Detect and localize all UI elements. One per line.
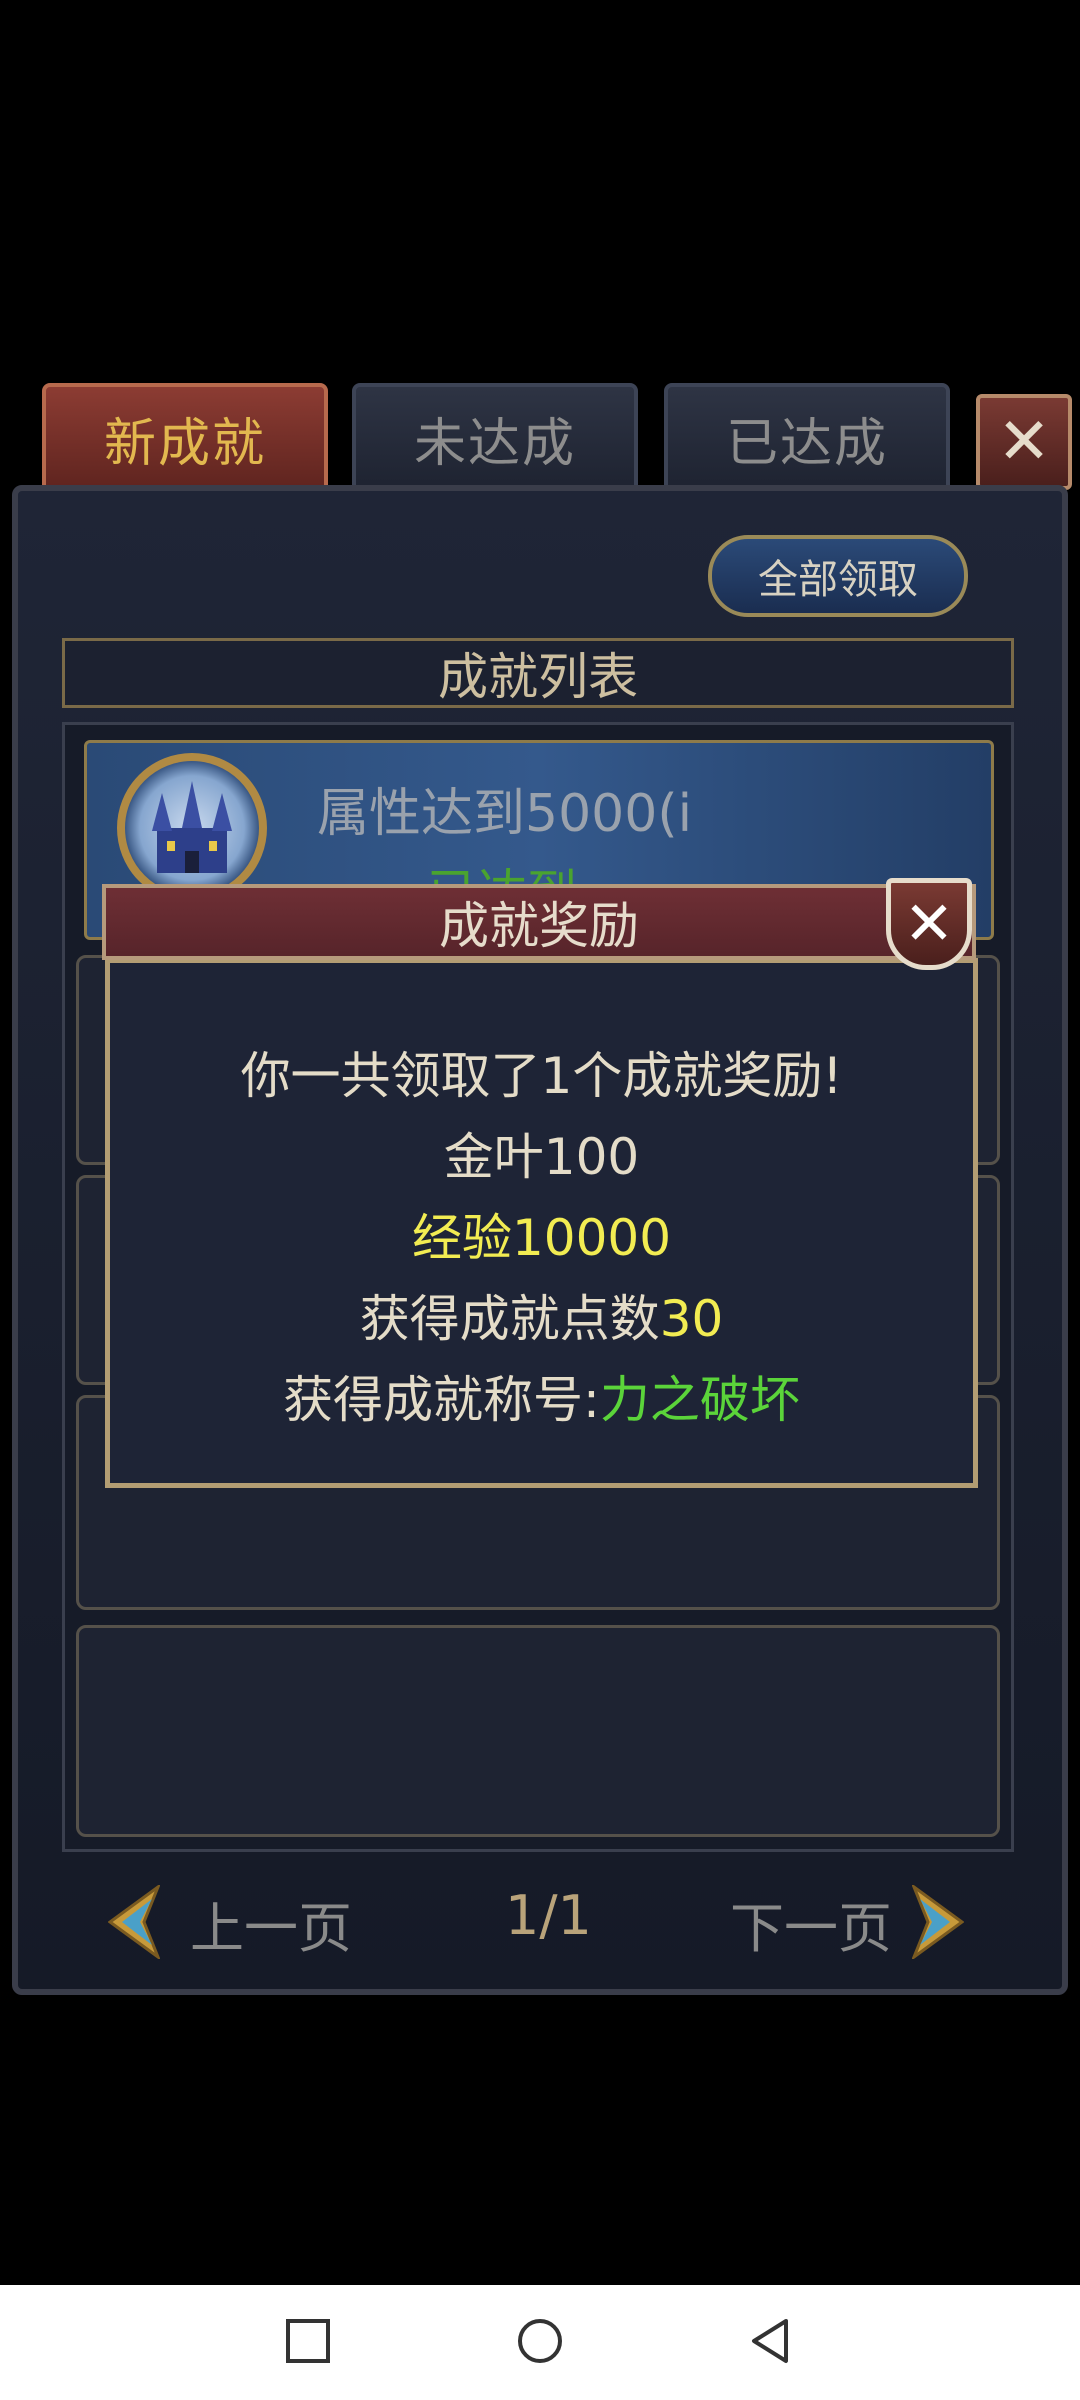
page-indicator: 1/1 (505, 1884, 592, 1947)
next-page-icon[interactable] (912, 1885, 964, 1959)
achievement-name: 属性达到5000(i (317, 784, 693, 844)
reward-points: 获得成就点数30 (105, 1279, 978, 1351)
reward-title: 获得成就称号:力之破坏 (105, 1360, 978, 1432)
tab-new-achievements[interactable]: 新成就 (42, 383, 328, 493)
tab-unreached[interactable]: 未达成 (352, 383, 638, 493)
reward-points-value: 30 (659, 1290, 724, 1348)
tab-reached[interactable]: 已达成 (664, 383, 950, 493)
castle-icon (152, 781, 232, 873)
reward-dialog-title: 成就奖励 (102, 884, 976, 960)
reward-dialog-close-button[interactable]: ✕ (886, 878, 972, 970)
close-icon: ✕ (997, 405, 1051, 479)
next-page-button[interactable]: 下一页 (730, 1884, 892, 1963)
close-icon: ✕ (903, 889, 955, 959)
prev-page-button[interactable]: 上一页 (190, 1884, 352, 1963)
reward-gold: 金叶100 (443, 1128, 640, 1186)
back-icon[interactable] (746, 2317, 794, 2365)
reward-summary: 你一共领取了1个成就奖励! (240, 1047, 843, 1105)
recent-apps-icon[interactable] (284, 2317, 332, 2365)
castle-badge-icon (117, 753, 267, 903)
list-header: 成就列表 (62, 638, 1014, 708)
reward-exp: 经验10000 (411, 1209, 672, 1267)
reward-points-label: 获得成就点数 (359, 1290, 660, 1348)
home-icon[interactable] (516, 2317, 564, 2365)
reward-title-label: 获得成就称号: (283, 1371, 600, 1429)
list-slot (76, 1625, 1000, 1837)
reward-title-value: 力之破坏 (599, 1371, 800, 1429)
claim-all-button[interactable]: 全部领取 (708, 535, 968, 617)
prev-page-icon[interactable] (108, 1885, 160, 1959)
close-panel-button[interactable]: ✕ (976, 394, 1072, 490)
